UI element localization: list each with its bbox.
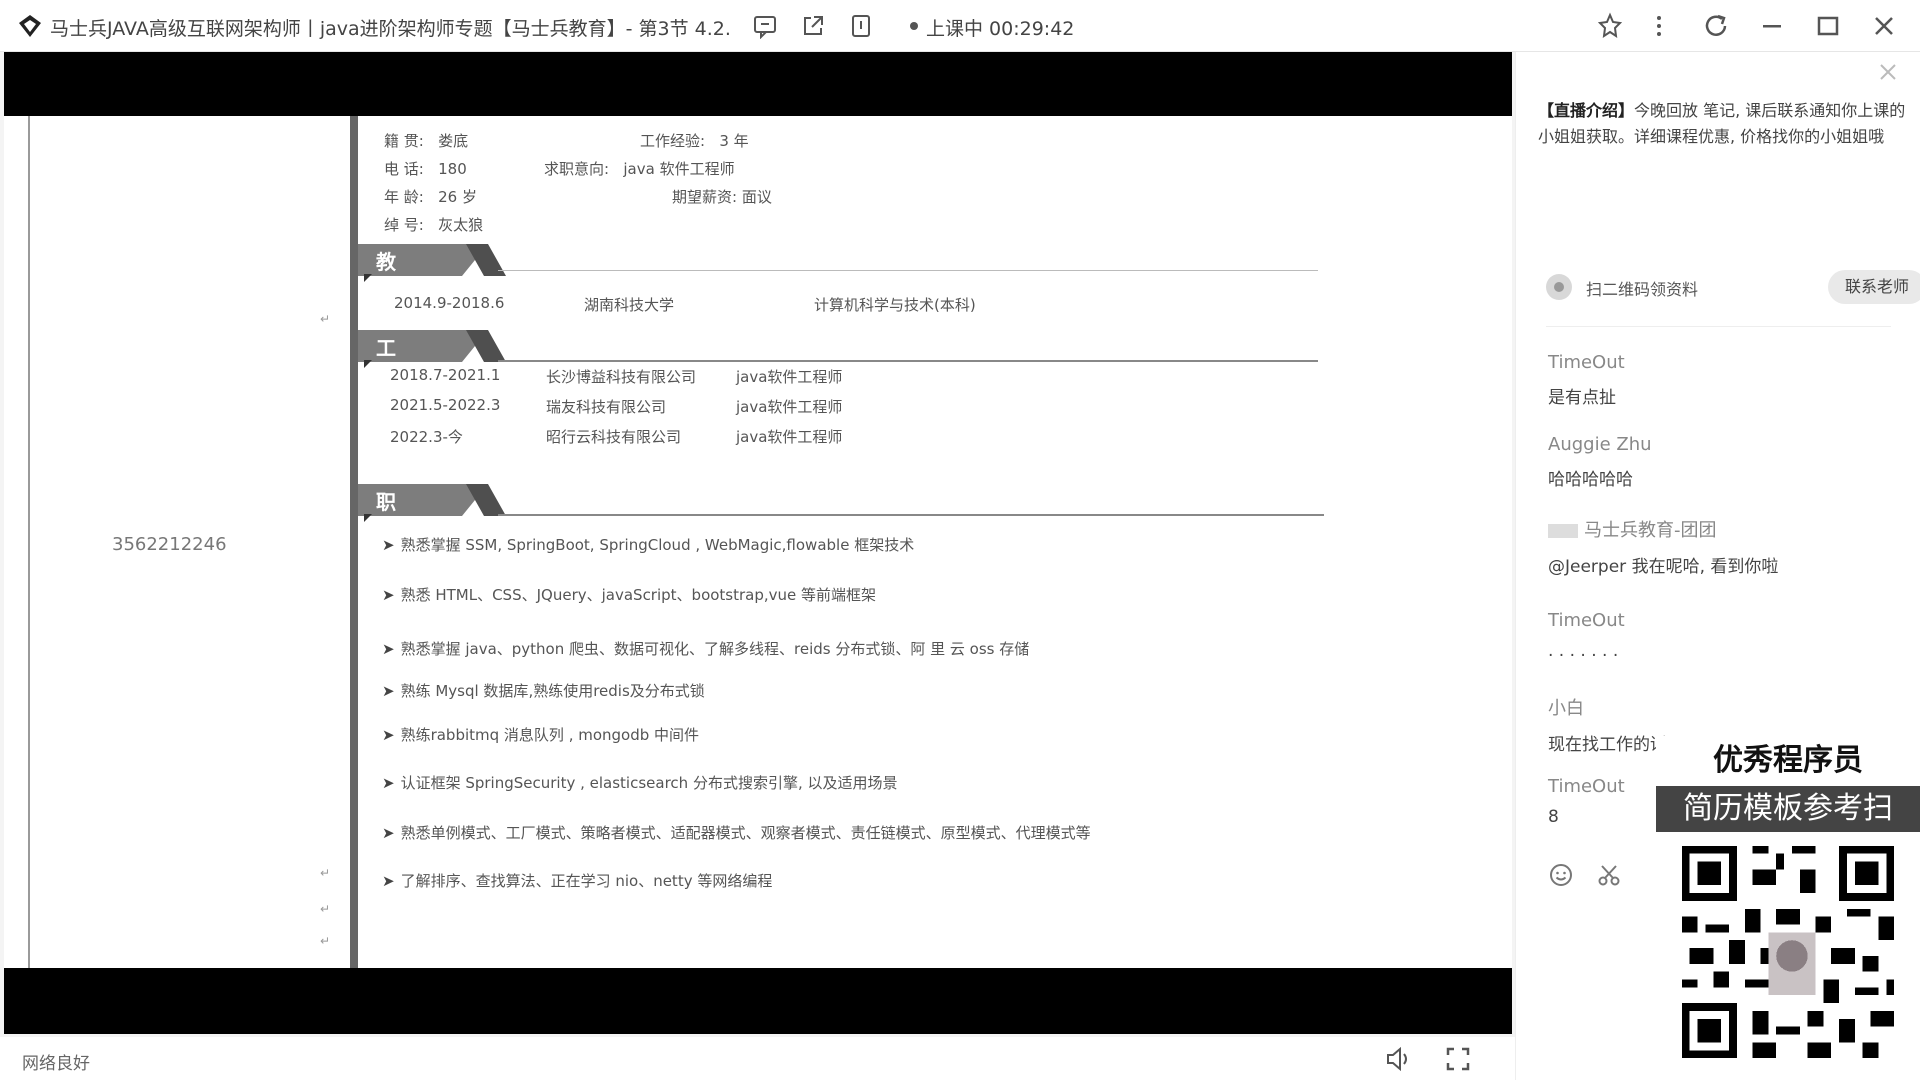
skill-item: ➤ 熟悉单例模式、工厂模式、策略者模式、适配器模式、观察者模式、责任链模式、原型模…: [382, 824, 1091, 842]
external-link-icon[interactable]: [800, 13, 826, 39]
window-title: 马士兵JAVA高级互联网架构师丨java进阶架构师专题【马士兵教育】- 第3节 …: [50, 18, 731, 40]
edu-period: 2014.9-2018.6: [394, 294, 505, 312]
volume-icon[interactable]: [1384, 1045, 1412, 1073]
live-intro: 【直播介绍】今晚回放 笔记, 课后联系通知你上课的小姐姐获取。详细课程优惠, 价…: [1538, 98, 1908, 150]
chat-message: 马士兵教育-团团 @Jeerper 我在呢哈, 看到你啦: [1548, 516, 1778, 577]
work-role-3: java软件工程师: [736, 428, 843, 446]
skill-item: ➤ 了解排序、查找算法、正在学习 nio、netty 等网络编程: [382, 872, 773, 890]
info-experience: 工作经验: 3 年: [640, 132, 749, 150]
info-age: 年 龄: 26 岁: [384, 188, 477, 206]
qr-resource-row: 扫二维码领资料 联系老师: [1546, 268, 1920, 308]
letterbox-top: [4, 52, 1512, 116]
chat-author: Auggie Zhu: [1548, 434, 1652, 455]
refresh-icon[interactable]: [1700, 10, 1732, 42]
chat-author: 马士兵教育-团团: [1548, 516, 1778, 542]
info-phone: 电 话: 180: [384, 160, 467, 178]
work-role-1: java软件工程师: [736, 368, 843, 386]
info-nickname: 绰 号: 灰太狼: [384, 216, 484, 234]
qr-resource-text: 扫二维码领资料: [1586, 280, 1699, 299]
chat-text: 哈哈哈哈哈: [1548, 470, 1633, 490]
edu-school: 湖南科技大学: [584, 296, 675, 314]
chat-author: TimeOut: [1548, 776, 1625, 797]
skill-item: ➤ 熟悉 HTML、CSS、JQuery、javaScript、bootstrap…: [382, 586, 877, 604]
panel-close-icon[interactable]: [1876, 60, 1900, 84]
info-salary: 期望薪资: 面议: [672, 188, 772, 206]
ad-title: 优秀程序员: [1656, 736, 1920, 786]
close-icon[interactable]: [1868, 10, 1900, 42]
minimize-icon[interactable]: [1756, 10, 1788, 42]
video-player[interactable]: 3562212246 ↵ ↵ ↵ ↵ 籍 贯: 娄底 电 话: 180 年 龄:…: [0, 52, 1515, 1037]
network-status: 网络良好: [22, 1054, 90, 1074]
info-job-intent: 求职意向: java 软件工程师: [544, 160, 735, 178]
ad-subtitle: 简历模板参考扫: [1656, 786, 1920, 832]
left-number: 3562212246: [112, 534, 227, 555]
title-bar: 马士兵JAVA高级互联网架构师丨java进阶架构师专题【马士兵教育】- 第3节 …: [0, 0, 1920, 52]
chat-text: 是有点扯: [1548, 388, 1616, 408]
chat-author: TimeOut: [1548, 610, 1625, 631]
page-margin-line: [28, 116, 30, 968]
qr-code-image: [1674, 836, 1902, 1068]
live-indicator-dot: [910, 22, 918, 30]
info-icon[interactable]: [848, 13, 874, 39]
work-company-2: 瑞友科技有限公司: [546, 398, 667, 416]
skill-item: ➤ 认证框架 SpringSecurity , elasticsearch 分布式…: [382, 774, 898, 792]
edu-major: 计算机科学与技术(本科): [814, 296, 976, 314]
live-status: 上课中 00:29:42: [926, 18, 1075, 40]
chat-message: TimeOut . . . . . . .: [1548, 610, 1625, 661]
chat-author: 小白: [1548, 698, 1584, 719]
work-period-3: 2022.3-今: [390, 428, 463, 446]
work-period-1: 2018.7-2021.1: [390, 366, 501, 384]
divider: [1546, 326, 1891, 327]
pin-icon[interactable]: [1594, 10, 1626, 42]
resume-template-ad: 优秀程序员 简历模板参考扫: [1656, 736, 1920, 1080]
maximize-icon[interactable]: [1812, 10, 1844, 42]
skill-item: ➤ 熟练 Mysql 数据库,熟练使用redis及分布式锁: [382, 682, 705, 700]
resume-document: 3562212246 ↵ ↵ ↵ ↵ 籍 贯: 娄底 电 话: 180 年 龄:…: [4, 116, 1512, 968]
qr-code-icon: [1546, 274, 1572, 300]
work-company-1: 长沙博益科技有限公司: [546, 368, 697, 386]
chat-author: TimeOut: [1548, 352, 1625, 373]
skill-item: ➤ 熟悉掌握 SSM, SpringBoot, SpringCloud , Web…: [382, 536, 915, 554]
chat-text: . . . . . . .: [1548, 641, 1619, 661]
skill-item: ➤ 熟悉掌握 java、python 爬虫、数据可视化、了解多线程、reids 分…: [382, 640, 1030, 658]
status-bar: 网络良好: [0, 1037, 1515, 1080]
work-role-2: java软件工程师: [736, 398, 843, 416]
work-period-2: 2021.5-2022.3: [390, 396, 501, 414]
chat-message: 小白 现在找工作的话: [1548, 694, 1667, 755]
chat-bubble-icon[interactable]: [752, 13, 778, 39]
chat-message: TimeOut 8: [1548, 776, 1625, 827]
chat-message: TimeOut 是有点扯: [1548, 352, 1625, 408]
fullscreen-icon[interactable]: [1444, 1045, 1472, 1073]
more-menu-icon[interactable]: [1643, 10, 1675, 42]
contact-teacher-button[interactable]: 联系老师: [1828, 270, 1920, 304]
chat-text: 8: [1548, 807, 1559, 827]
org-badge: [1548, 524, 1578, 538]
live-intro-tag: 【直播介绍】: [1538, 101, 1635, 120]
page-column-rule: [350, 116, 358, 968]
scissors-icon[interactable]: [1596, 862, 1622, 888]
skill-item: ➤ 熟练rabbitmq 消息队列 , mongodb 中间件: [382, 726, 700, 744]
app-logo-icon: [19, 15, 41, 37]
chat-text: @Jeerper 我在呢哈, 看到你啦: [1548, 557, 1779, 577]
emoji-icon[interactable]: [1548, 862, 1574, 888]
chat-message: Auggie Zhu 哈哈哈哈哈: [1548, 434, 1652, 490]
info-origin: 籍 贯: 娄底: [384, 132, 469, 150]
work-company-3: 昭行云科技有限公司: [546, 428, 682, 446]
letterbox-bottom: [4, 968, 1512, 1034]
chat-text: 现在找工作的话: [1548, 735, 1667, 755]
